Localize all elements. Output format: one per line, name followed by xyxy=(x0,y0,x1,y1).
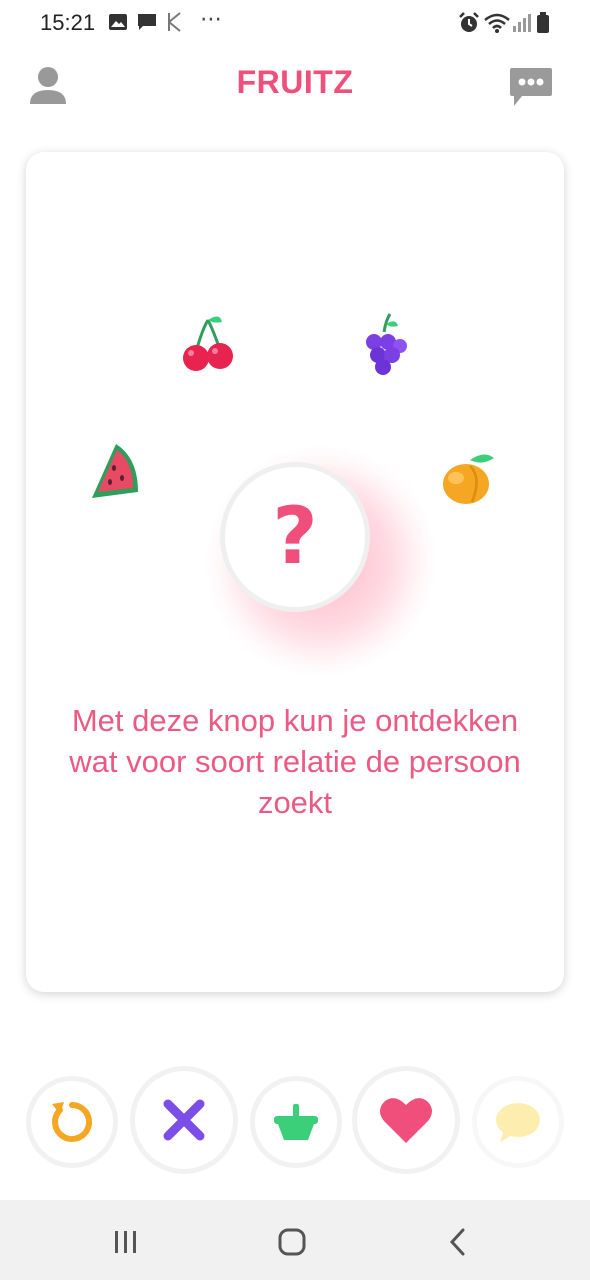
undo-button[interactable] xyxy=(26,1076,118,1168)
basket-button[interactable] xyxy=(250,1076,342,1168)
status-time: 15:21 xyxy=(40,10,96,35)
battery-icon xyxy=(537,12,549,33)
messages-button[interactable] xyxy=(508,66,554,110)
info-card: ? Met deze knop kun je ontdekken wat voo… xyxy=(26,152,564,992)
signal-icon xyxy=(513,14,531,32)
peach-icon xyxy=(438,454,494,509)
undo-icon xyxy=(52,1102,93,1142)
home-button[interactable] xyxy=(262,1220,322,1264)
close-icon xyxy=(163,1099,205,1141)
relationship-type-button[interactable]: ? xyxy=(220,462,370,612)
system-nav-bar xyxy=(0,1200,590,1280)
alarm-icon xyxy=(459,12,479,32)
watermelon-icon xyxy=(86,438,144,504)
app-k-icon xyxy=(168,12,181,32)
recent-apps-icon xyxy=(115,1231,136,1253)
chat-bubble-icon xyxy=(510,68,552,106)
hint-text: Met deze knop kun je ontdekken wat voor … xyxy=(69,703,521,820)
message-button[interactable] xyxy=(472,1076,564,1168)
home-icon xyxy=(278,1228,306,1256)
heart-icon xyxy=(380,1098,432,1143)
cherry-icon xyxy=(179,316,237,375)
back-icon xyxy=(449,1228,465,1256)
more-dots-icon: ⋯ xyxy=(200,6,222,31)
wifi-icon xyxy=(484,13,510,33)
speech-bubble-icon xyxy=(496,1103,540,1142)
app-title: FRUITZ xyxy=(236,64,354,100)
back-button[interactable] xyxy=(428,1220,488,1264)
grapes-icon xyxy=(358,313,410,378)
like-button[interactable] xyxy=(352,1066,460,1174)
image-icon xyxy=(109,14,127,30)
dislike-button[interactable] xyxy=(130,1066,238,1174)
recent-apps-button[interactable] xyxy=(96,1220,156,1264)
status-bar: 15:21 ⋯ xyxy=(0,0,590,46)
message-icon xyxy=(138,14,156,30)
question-mark-icon: ? xyxy=(272,492,318,582)
basket-icon xyxy=(274,1104,318,1140)
